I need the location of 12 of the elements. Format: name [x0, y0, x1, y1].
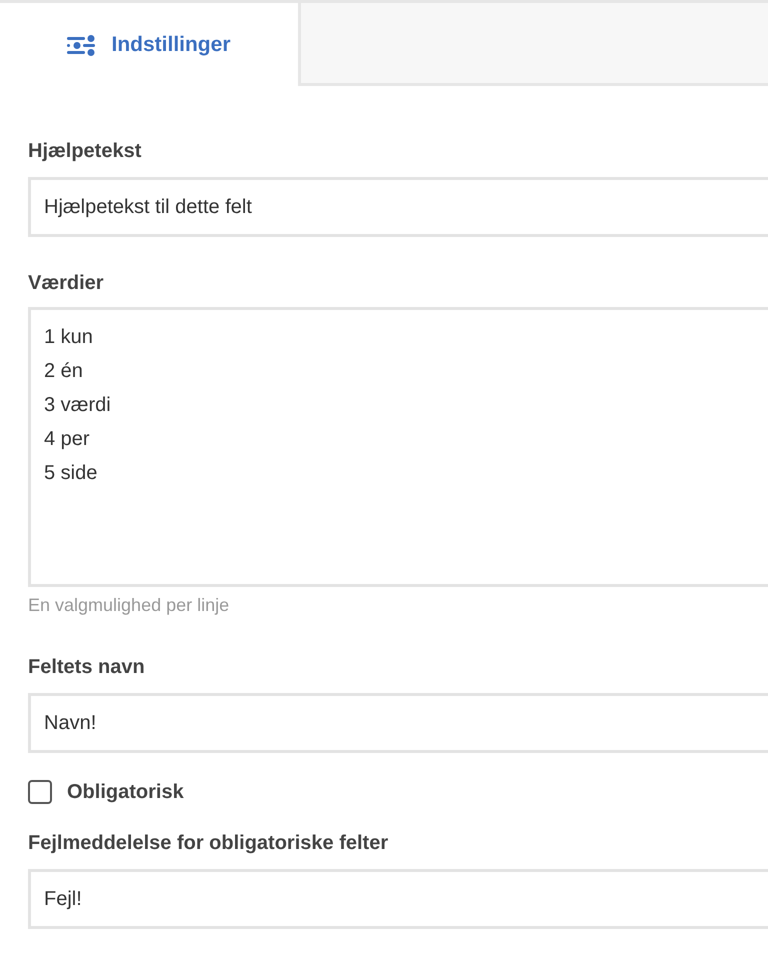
field-label: Feltets navn — [28, 655, 146, 679]
checkbox[interactable] — [28, 780, 52, 804]
settings-icon — [67, 34, 96, 56]
field-label: Værdier — [28, 271, 105, 295]
text-field[interactable]: Navn! — [28, 693, 768, 753]
checkbox-label: Obligatorisk — [67, 780, 184, 805]
field-label: Hjælpetekst — [28, 139, 142, 163]
text-field[interactable]: Fejl! — [28, 869, 768, 929]
field-hint: En valgmulighed per linje — [28, 594, 230, 617]
field-label: Fejlmeddelelse for obligatoriske felter — [28, 831, 390, 855]
values-field[interactable]: 1 kun 2 én 3 værdi 4 per 5 side — [28, 307, 768, 587]
text-field[interactable]: Hjælpetekst til dette felt — [28, 177, 768, 237]
